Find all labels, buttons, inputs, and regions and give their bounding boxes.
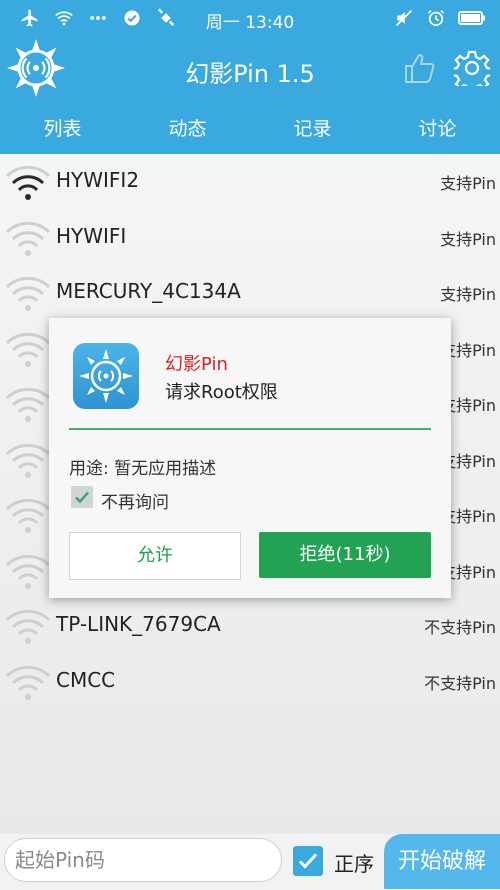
mute-icon — [395, 9, 413, 27]
tab-discussion[interactable]: 讨论 — [375, 104, 500, 154]
pin-support-label: 不支持Pin — [424, 618, 496, 637]
order-label: 正序 — [334, 852, 374, 876]
pin-support-label: 支持Pin — [440, 229, 496, 249]
network-ssid: MERCURY_4C134A — [56, 279, 241, 303]
wifi-signal-icon — [4, 549, 52, 593]
pin-support-label: 不支持Pin — [424, 673, 496, 693]
bottom-bar: 正序 开始破解 — [0, 834, 500, 889]
start-pin-input[interactable] — [4, 838, 282, 882]
wifi-signal-icon — [4, 327, 52, 371]
network-ssid: HYWIFI — [56, 223, 127, 248]
order-checkbox[interactable] — [293, 846, 323, 876]
settings-gear-icon[interactable] — [454, 50, 490, 86]
app-bar: 幻影Pin 1.5 — [0, 36, 500, 104]
dont-ask-checkbox[interactable] — [71, 486, 93, 508]
battery-icon — [458, 11, 485, 25]
tab-list[interactable]: 列表 — [0, 104, 125, 154]
tab-bar: 列表 动态 记录 讨论 — [0, 104, 500, 154]
root-permission-dialog: 幻影Pin 请求Root权限 用途: 暂无应用描述 不再询问 允许 拒绝(11秒… — [49, 318, 451, 598]
network-row[interactable]: HYWIFI 支持Pin — [0, 212, 500, 268]
network-ssid: CMCC — [56, 667, 116, 692]
pin-support-label: 支持Pin — [440, 285, 496, 304]
network-row[interactable]: TP-LINK_7679CA 不支持Pin — [0, 600, 500, 656]
dialog-request-text: 请求Root权限 — [165, 382, 278, 403]
wifi-signal-icon — [4, 216, 52, 260]
dialog-app-icon — [73, 343, 139, 409]
allow-button[interactable]: 允许 — [69, 532, 241, 580]
pin-support-label: 支持Pin — [440, 174, 496, 193]
wifi-signal-icon — [4, 660, 52, 704]
dont-ask-label: 不再询问 — [101, 493, 169, 513]
wifi-signal-icon — [4, 271, 52, 315]
thumbs-up-icon[interactable] — [402, 50, 438, 86]
tab-feed[interactable]: 动态 — [125, 104, 250, 154]
checkmark-icon — [298, 853, 318, 869]
alarm-icon — [427, 9, 445, 26]
checkmark-icon — [75, 491, 89, 504]
dialog-divider — [69, 428, 431, 430]
dialog-purpose-text: 用途: 暂无应用描述 — [69, 459, 217, 479]
network-ssid: TP-LINK_7679CA — [56, 612, 221, 636]
wifi-signal-icon — [4, 493, 52, 537]
network-row[interactable]: CMCC 不支持Pin — [0, 656, 500, 712]
network-row[interactable]: MERCURY_4C134A 支持Pin — [0, 267, 500, 323]
network-row[interactable]: HYWIFI2 支持Pin — [0, 156, 500, 212]
start-crack-button[interactable]: 开始破解 — [384, 834, 500, 889]
status-bar: 周一 13:40 — [0, 0, 500, 36]
tab-records[interactable]: 记录 — [250, 104, 375, 154]
network-ssid: HYWIFI2 — [56, 168, 140, 192]
deny-button[interactable]: 拒绝(11秒) — [259, 532, 431, 578]
dialog-app-name: 幻影Pin — [165, 354, 228, 375]
wifi-signal-icon — [4, 160, 52, 204]
wifi-signal-icon — [4, 438, 52, 482]
wifi-signal-icon — [4, 604, 52, 648]
wifi-signal-icon — [4, 382, 52, 426]
